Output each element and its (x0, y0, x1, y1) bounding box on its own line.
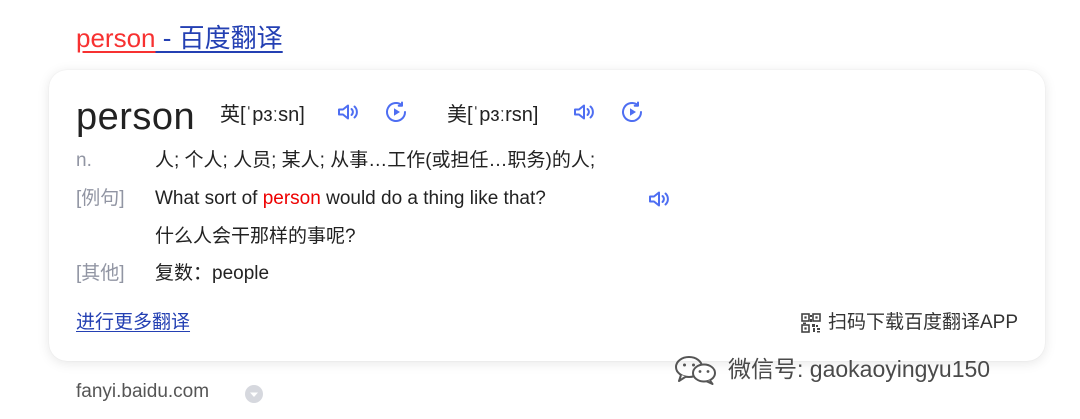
example-speaker-icon[interactable] (647, 187, 671, 211)
headword: person (76, 96, 196, 138)
example-highlight: person (262, 188, 321, 209)
dropdown-arrow-icon[interactable] (244, 384, 264, 404)
result-title-source: 百度翻译 (178, 23, 283, 53)
example-label: [例句] (76, 188, 125, 209)
uk-phonetic: 英[ˈpɜːsn] (220, 104, 305, 126)
result-title-keyword: person (76, 23, 156, 53)
wechat-icon (674, 355, 718, 385)
app-download-link[interactable]: 扫码下载百度翻译APP (800, 308, 1018, 338)
example-text-before: What sort of (155, 188, 263, 209)
part-of-speech: n. (76, 150, 92, 171)
uk-speaker-icon[interactable] (336, 100, 360, 124)
example-row: [例句] What sort of person would do a thin… (76, 184, 696, 214)
definition-text: 人; 个人; 人员; 某人; 从事…工作(或担任…职务)的人; (155, 150, 596, 171)
example-translation: 什么人会干那样的事呢? (155, 226, 356, 247)
result-title-separator: - (155, 23, 179, 53)
translation-card: person 英[ˈpɜːsn] 美[ˈpɜːrsn] n. 人; 个人; 人员… (49, 70, 1045, 361)
other-label: [其他] (76, 263, 125, 284)
qr-code-icon (800, 313, 821, 333)
more-translation-link[interactable]: 进行更多翻译 (76, 308, 190, 338)
uk-play-icon[interactable] (384, 100, 408, 124)
example-sentence: What sort of person would do a thing lik… (155, 184, 546, 214)
example-text-after: would do a thing like that? (320, 188, 546, 209)
plural-form: 复数：people (155, 263, 270, 284)
us-speaker-icon[interactable] (572, 100, 596, 124)
us-phonetic: 美[ˈpɜːrsn] (447, 104, 539, 126)
app-download-text: 扫码下载百度翻译APP (827, 312, 1018, 333)
watermark-text: 微信号: gaokaoyingyu150 (728, 356, 991, 382)
us-play-icon[interactable] (620, 100, 644, 124)
source-url: fanyi.baidu.com (76, 381, 210, 402)
result-title-link[interactable]: person - 百度翻译 (76, 18, 283, 58)
